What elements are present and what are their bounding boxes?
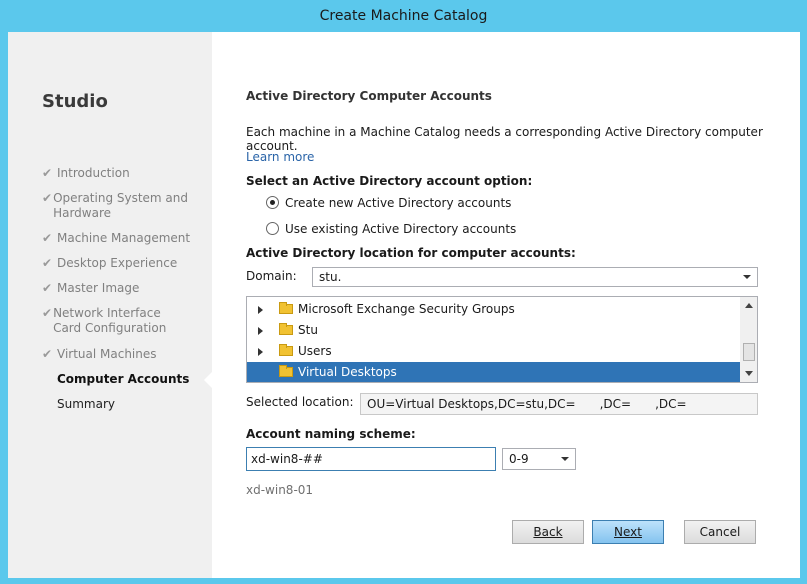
- tree-item-users[interactable]: Users: [247, 341, 741, 362]
- checkmark-icon: ✔: [42, 347, 53, 361]
- account-option-label: Select an Active Directory account optio…: [246, 174, 533, 188]
- radio-unselected-icon: [266, 222, 279, 235]
- wizard-sidebar: Studio ✔ Introduction ✔ Operating System…: [8, 32, 212, 578]
- tree-item-label: Virtual Desktops: [298, 365, 397, 379]
- step-introduction[interactable]: ✔ Introduction: [42, 166, 130, 181]
- folder-icon: [279, 302, 293, 314]
- expand-arrow-icon[interactable]: [258, 306, 263, 314]
- description-text: Each machine in a Machine Catalog needs …: [246, 125, 763, 153]
- tree-item-stu[interactable]: Stu: [247, 320, 741, 341]
- domain-label: Domain:: [246, 269, 297, 283]
- step-label: Machine Management: [57, 231, 191, 245]
- back-button-label: Back: [533, 525, 563, 539]
- tree-item-exchange-security-groups[interactable]: Microsoft Exchange Security Groups: [247, 299, 741, 320]
- step-network-interface-card[interactable]: ✔ Network Interface Card Configuration: [42, 306, 192, 336]
- expand-arrow-icon[interactable]: [258, 348, 263, 356]
- studio-title: Studio: [42, 91, 108, 112]
- step-label: Summary: [57, 397, 115, 411]
- selected-location-field: OU=Virtual Desktops,DC=stu,DC= ,DC= ,DC=: [360, 393, 758, 415]
- checkmark-icon: ✔: [42, 231, 53, 245]
- chevron-down-icon: [743, 275, 751, 279]
- radio-label: Create new Active Directory accounts: [285, 196, 512, 210]
- expand-arrow-icon[interactable]: [258, 327, 263, 335]
- step-operating-system[interactable]: ✔ Operating System and Hardware: [42, 191, 192, 221]
- active-step-pointer: [204, 372, 212, 388]
- page-heading: Active Directory Computer Accounts: [246, 89, 492, 103]
- domain-value: stu.: [319, 270, 342, 284]
- tree-item-label: Stu: [298, 323, 318, 337]
- naming-type-select[interactable]: 0-9: [502, 448, 576, 470]
- step-virtual-machines[interactable]: ✔ Virtual Machines: [42, 347, 157, 362]
- naming-preview: xd-win8-01: [246, 483, 314, 497]
- back-button[interactable]: Back: [512, 520, 584, 544]
- step-master-image[interactable]: ✔ Master Image: [42, 281, 139, 296]
- folder-icon: [279, 365, 293, 377]
- folder-icon: [279, 344, 293, 356]
- scroll-thumb[interactable]: [743, 343, 755, 361]
- radio-label: Use existing Active Directory accounts: [285, 222, 517, 236]
- selected-location-label: Selected location:: [246, 395, 354, 409]
- step-summary[interactable]: Summary: [42, 397, 115, 412]
- ou-tree[interactable]: Microsoft Exchange Security Groups Stu U…: [246, 296, 758, 383]
- radio-create-new[interactable]: Create new Active Directory accounts: [266, 196, 511, 210]
- step-label: Operating System and Hardware: [53, 191, 189, 220]
- radio-use-existing[interactable]: Use existing Active Directory accounts: [266, 222, 516, 236]
- checkmark-icon: ✔: [42, 256, 53, 270]
- tree-item-virtual-desktops[interactable]: Virtual Desktops: [247, 362, 741, 382]
- radio-selected-icon: [266, 196, 279, 209]
- checkmark-icon: ✔: [42, 306, 53, 320]
- step-label: Desktop Experience: [57, 256, 178, 270]
- step-label: Virtual Machines: [57, 347, 157, 361]
- naming-scheme-input[interactable]: xd-win8-##: [246, 447, 496, 471]
- window-title: Create Machine Catalog: [319, 8, 488, 24]
- scroll-down-icon[interactable]: [745, 371, 753, 376]
- learn-more-link[interactable]: Learn more: [246, 150, 314, 164]
- step-label: Introduction: [57, 166, 130, 180]
- naming-scheme-label: Account naming scheme:: [246, 427, 416, 441]
- step-computer-accounts[interactable]: Computer Accounts: [42, 372, 189, 387]
- folder-icon: [279, 323, 293, 335]
- naming-type-value: 0-9: [509, 452, 529, 466]
- checkmark-icon: ✔: [42, 191, 53, 205]
- tree-item-label: Microsoft Exchange Security Groups: [298, 302, 515, 316]
- chevron-down-icon: [561, 457, 569, 461]
- step-label: Network Interface Card Configuration: [53, 306, 167, 335]
- checkmark-icon: ✔: [42, 166, 53, 180]
- step-machine-management[interactable]: ✔ Machine Management: [42, 231, 190, 246]
- step-label: Master Image: [57, 281, 140, 295]
- wizard-frame: Studio ✔ Introduction ✔ Operating System…: [8, 32, 800, 578]
- domain-select[interactable]: stu.: [312, 267, 758, 287]
- tree-scrollbar[interactable]: [740, 297, 757, 382]
- step-desktop-experience[interactable]: ✔ Desktop Experience: [42, 256, 177, 271]
- tree-item-label: Users: [298, 344, 332, 358]
- cancel-button[interactable]: Cancel: [684, 520, 756, 544]
- wizard-content: Active Directory Computer Accounts Each …: [246, 32, 786, 578]
- next-button[interactable]: Next: [592, 520, 664, 544]
- checkmark-icon: ✔: [42, 281, 53, 295]
- step-label: Computer Accounts: [57, 372, 190, 386]
- next-button-label: Next: [614, 525, 642, 539]
- cancel-button-label: Cancel: [699, 525, 741, 539]
- location-label: Active Directory location for computer a…: [246, 246, 576, 260]
- scroll-up-icon[interactable]: [745, 303, 753, 308]
